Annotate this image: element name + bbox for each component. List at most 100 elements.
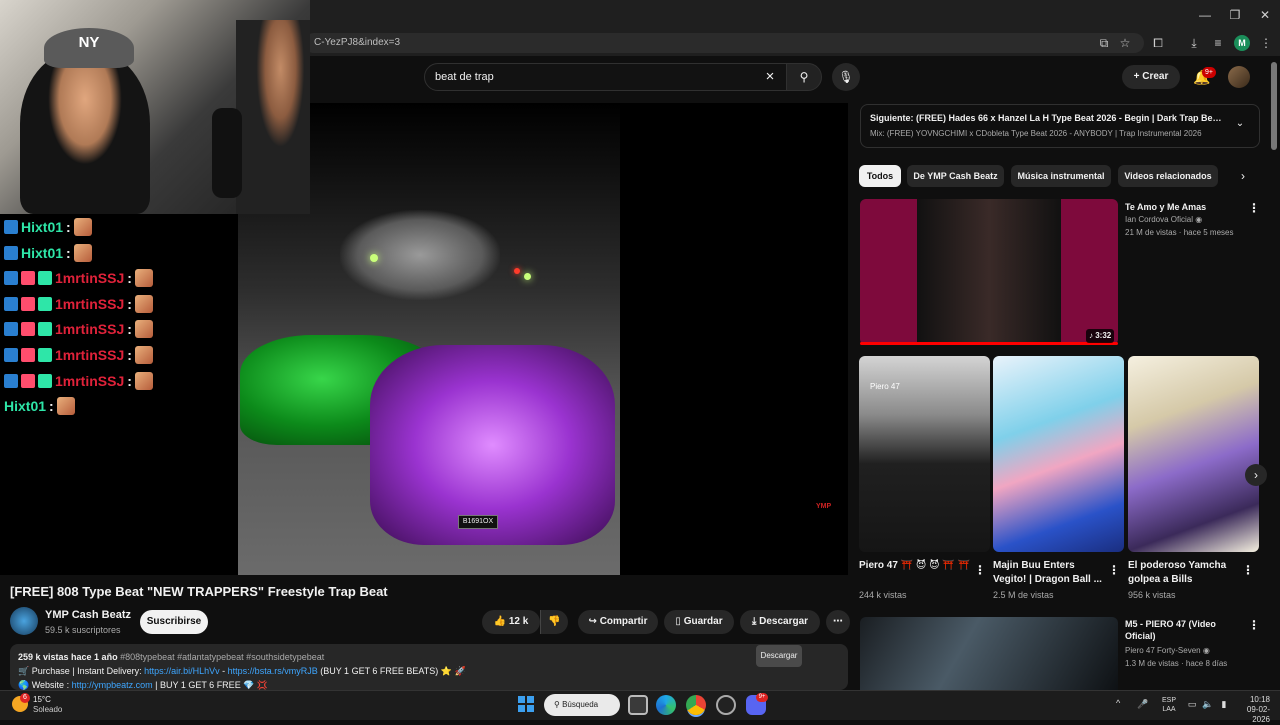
rec-title[interactable]: Te Amo y Me Amas [1125,201,1243,213]
time-text: 10:18 [1249,695,1270,704]
channel-watermark: YMP [816,503,832,510]
description-stats: 259 k vistas hace 1 año #808typebeat #at… [18,652,324,662]
up-next-subtitle: Mix: (FREE) YOVNGCHIMI x CDobleta Type B… [870,129,1202,138]
purchase-link-1[interactable]: https://air.bi/HLhVv [144,666,220,676]
chat-colon: : [127,270,132,287]
obs-studio-icon[interactable] [716,695,736,715]
chat-badge-icon [38,322,52,337]
network-icon[interactable]: ▭ [1186,698,1198,710]
create-label: Crear [1142,71,1169,82]
rec-menu-icon[interactable]: ⋮ [1248,618,1260,632]
dislike-button[interactable]: 👎 [540,610,568,634]
like-button[interactable]: 👍 12 k [482,610,540,634]
weather-temperature[interactable]: 15°C [33,695,51,704]
short-title[interactable]: Piero 47 ⛩️ 😈 😈 ⛩️ ⛩️ [859,559,971,573]
browser-menu-icon[interactable]: ⋮ [1258,35,1274,51]
chat-badge-icon [4,271,18,286]
hashtags[interactable]: #808typebeat #atlantatypebeat #southside… [120,652,324,662]
chat-message: 1mrtinSSJ: [4,293,153,315]
rec-meta: 21 M de vistas · hace 5 meses [1125,228,1234,237]
date-text: 09-02-2026 [1246,705,1270,724]
maximize-icon[interactable]: ❐ [1226,6,1244,24]
thumbs-up-icon: 👍 [493,616,507,627]
channel-name[interactable]: YMP Cash Beatz [45,609,131,621]
minimize-icon[interactable]: — [1196,6,1214,24]
up-next-panel[interactable] [860,104,1260,148]
account-avatar[interactable] [1228,66,1250,88]
rec-thumbnail[interactable] [860,199,1118,345]
purchase-link-2[interactable]: https://bsta.rs/vmyRJB [228,666,318,676]
chevron-up-icon[interactable]: ^ [1116,698,1120,708]
chat-message: Hixt01: [4,395,75,417]
website-link[interactable]: http://ympbeatz.com [72,680,153,690]
chip-related[interactable]: Videos relacionados [1118,165,1218,187]
scrollbar[interactable] [1271,62,1277,150]
download-button[interactable]: ⤓ Descargar [740,610,820,634]
share-button[interactable]: ↪ Compartir [578,610,658,634]
rec-thumbnail[interactable] [860,617,1118,690]
clock[interactable]: 10:18 09-02-2026 [1236,695,1270,725]
streamer-host [20,50,150,214]
clear-search-icon[interactable]: × [762,67,778,87]
short-thumbnail[interactable] [993,356,1124,552]
save-button[interactable]: ▯ Guardar [664,610,734,634]
battery-icon[interactable]: ▮ [1218,698,1230,710]
taskbar-search[interactable]: ⚲ Búsqueda [544,694,620,716]
more-actions-button[interactable]: ⋯ [826,610,850,634]
chat-emote-icon [134,320,153,339]
short-title[interactable]: El poderoso Yamcha golpea a Bills [1128,559,1240,587]
subscribe-button[interactable]: Suscribirse [140,610,208,634]
chip-instrumental[interactable]: Música instrumental [1011,165,1111,187]
channel-avatar[interactable] [10,607,38,635]
create-button[interactable]: + Crear [1122,65,1180,89]
short-menu-icon[interactable]: ⋮ [1108,563,1120,577]
save-label: Guardar [683,616,723,627]
chat-message: Hixt01: [4,242,92,264]
chat-colon: : [127,295,132,312]
chat-username: Hixt01 [21,244,64,261]
downloads-icon[interactable]: ⤓ [1186,35,1202,51]
rec-title[interactable]: M5 - PIERO 47 (Video Oficial) [1125,618,1235,642]
task-view-icon[interactable] [628,695,648,715]
like-count: 12 k [508,616,529,627]
short-thumbnail[interactable] [1128,356,1259,552]
chevron-down-icon[interactable]: ⌄ [1232,118,1248,134]
chip-channel[interactable]: De YMP Cash Beatz [907,165,1004,187]
chat-badge-icon [21,296,35,311]
short-menu-icon[interactable]: ⋮ [974,563,986,577]
windows-start-icon[interactable] [518,696,534,712]
close-window-icon[interactable]: ✕ [1256,6,1274,24]
rec-channel[interactable]: Ian Cordova Oficial ◉ [1125,215,1202,224]
extensions-icon[interactable]: ⧠ [1150,35,1166,51]
chip-todos[interactable]: Todos [859,165,901,187]
channel-text: Ian Cordova Oficial [1125,215,1194,224]
bookmark-icon: ▯ [675,616,681,627]
search-button[interactable]: ⚲ [786,63,822,91]
chrome-browser-icon[interactable] [686,695,706,715]
install-app-icon[interactable]: ⧉ [1096,35,1112,51]
chat-message: 1mrtinSSJ: [4,318,153,340]
rec-menu-icon[interactable]: ⋮ [1248,201,1260,215]
up-next-title[interactable]: Siguiente: (FREE) Hades 66 x Hanzel La H… [870,113,1225,123]
edge-browser-icon[interactable] [656,695,676,715]
rec-meta: 1.3 M de vistas · hace 8 días [1125,659,1228,668]
volume-icon[interactable]: 🔈 [1202,698,1214,710]
search-input[interactable]: beat de trap [424,63,788,91]
short-menu-icon[interactable]: ⋮ [1242,563,1254,577]
short-title[interactable]: Majin Buu Enters Vegito! | Dragon Ball .… [993,559,1105,587]
search-icon: ⚲ [554,700,560,709]
chevron-right-icon[interactable]: › [1245,464,1267,486]
rec-channel[interactable]: Piero 47 Forty-Seven ◉ [1125,646,1210,655]
voice-search-button[interactable]: 🎙 [832,63,860,91]
chat-emote-icon [134,269,153,288]
profile-avatar[interactable]: M [1234,35,1250,51]
media-controls-icon[interactable]: ≡ [1210,35,1226,51]
microphone-tray-icon[interactable]: 🎤 [1137,698,1149,710]
bookmark-star-icon[interactable]: ☆ [1117,35,1133,51]
offer-text-2: | BUY 1 GET 6 FREE [155,680,241,690]
language-indicator[interactable]: ESP LAA [1160,696,1178,714]
chevron-right-icon[interactable]: › [1236,169,1250,183]
chat-colon: : [66,244,71,261]
address-bar[interactable]: C-YezPJ8&index=3 [304,33,1144,53]
chat-message: 1mrtinSSJ: [4,344,153,366]
